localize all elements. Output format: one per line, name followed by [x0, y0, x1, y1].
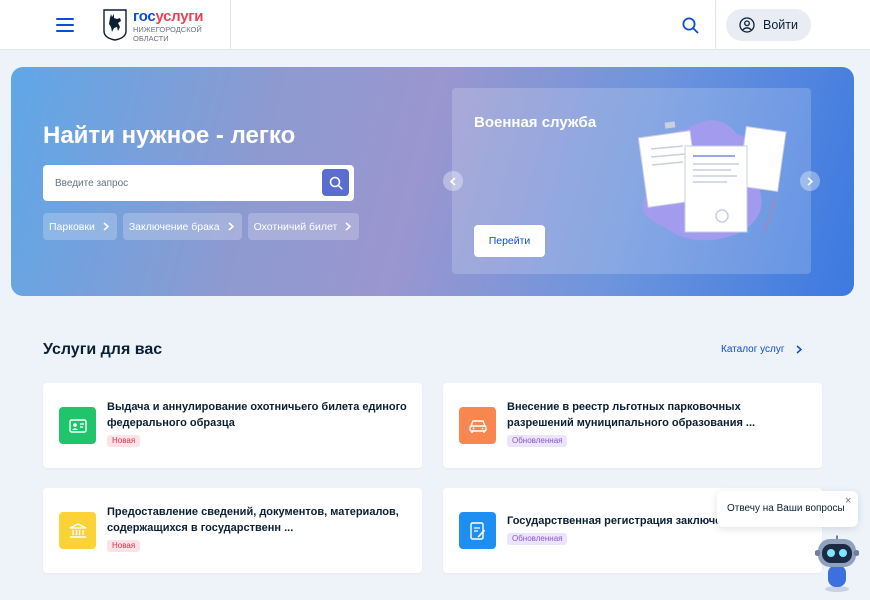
service-card[interactable]: Выдача и аннулирование охотничьего билет… [43, 383, 422, 468]
chevron-left-icon [450, 176, 456, 186]
login-button[interactable]: Войти [726, 9, 811, 41]
carousel-next-button[interactable] [800, 171, 820, 191]
logo-title-part1: гос [133, 8, 156, 25]
documents-illustration [637, 120, 787, 241]
hero-banner: Найти нужное - легко Парковки Заключение… [11, 67, 854, 296]
chip-hunting-license[interactable]: Охотничий билет [247, 213, 360, 240]
chip-parking[interactable]: Парковки [43, 213, 117, 240]
service-title: Внесение в реестр льготных парковочных р… [507, 401, 756, 429]
logo-title: госуслуги [133, 9, 203, 24]
chevron-right-icon [807, 176, 813, 186]
search-button[interactable] [322, 169, 349, 196]
status-badge: Новая [107, 540, 141, 552]
services-heading: Услуги для вас [43, 341, 163, 358]
chat-robot-icon[interactable] [815, 535, 859, 593]
service-card[interactable]: Внесение в реестр льготных парковочных р… [443, 383, 822, 468]
service-title: Выдача и аннулирование охотничьего билет… [107, 401, 407, 429]
service-card[interactable]: Предоставление сведений, документов, мат… [43, 488, 422, 573]
header-divider [230, 0, 231, 50]
service-title: Предоставление сведений, документов, мат… [107, 506, 399, 534]
chevron-right-icon [796, 345, 802, 354]
chat-hint-text: Отвечу на Ваши вопросы [727, 503, 845, 514]
catalog-link[interactable]: Каталог услуг [721, 344, 802, 355]
search-input[interactable] [55, 174, 315, 192]
menu-icon[interactable] [56, 18, 74, 32]
search-box [43, 165, 354, 201]
emblem-icon [103, 9, 127, 41]
logo-text: госуслуги НИЖЕГОРОДСКОЙ ОБЛАСТИ [133, 9, 203, 43]
promo-slide[interactable]: Военная служба Перейти [452, 88, 811, 274]
logo-region-line2: ОБЛАСТИ [133, 33, 169, 43]
gosuslugi-logo[interactable]: госуслуги НИЖЕГОРОДСКОЙ ОБЛАСТИ [103, 9, 203, 43]
logo-title-part2: услуги [155, 8, 204, 25]
logo-region: НИЖЕГОРОДСКОЙ ОБЛАСТИ [133, 25, 203, 43]
car-icon [459, 407, 496, 444]
status-badge: Обновленная [507, 533, 568, 545]
login-label: Войти [763, 18, 798, 32]
promo-go-button[interactable]: Перейти [474, 225, 545, 257]
status-badge: Обновленная [507, 435, 568, 447]
status-badge: Новая [107, 435, 141, 447]
close-icon[interactable]: × [845, 495, 851, 507]
chip-label: Охотничий билет [253, 220, 338, 233]
header: госуслуги НИЖЕГОРОДСКОЙ ОБЛАСТИ Войти [0, 0, 870, 50]
bank-icon [59, 512, 96, 549]
chip-label: Заключение брака [128, 220, 220, 233]
document-edit-icon [459, 512, 496, 549]
id-card-icon [59, 407, 96, 444]
user-icon [739, 17, 755, 33]
hero-title: Найти нужное - легко [43, 122, 296, 149]
chevron-right-icon [345, 222, 352, 231]
promo-title: Военная служба [474, 114, 597, 131]
catalog-link-label: Каталог услуг [721, 344, 785, 355]
chevron-right-icon [103, 222, 109, 231]
header-divider [715, 0, 716, 50]
chat-hint-bubble: Отвечу на Ваши вопросы × [717, 491, 858, 527]
chevron-right-icon [228, 222, 234, 231]
chip-marriage[interactable]: Заключение брака [122, 213, 242, 240]
chip-label: Парковки [49, 220, 95, 233]
quick-links: Парковки Заключение брака Охотничий биле… [43, 213, 360, 240]
search-icon [329, 176, 343, 190]
search-icon[interactable] [682, 17, 699, 34]
carousel-prev-button[interactable] [443, 171, 463, 191]
